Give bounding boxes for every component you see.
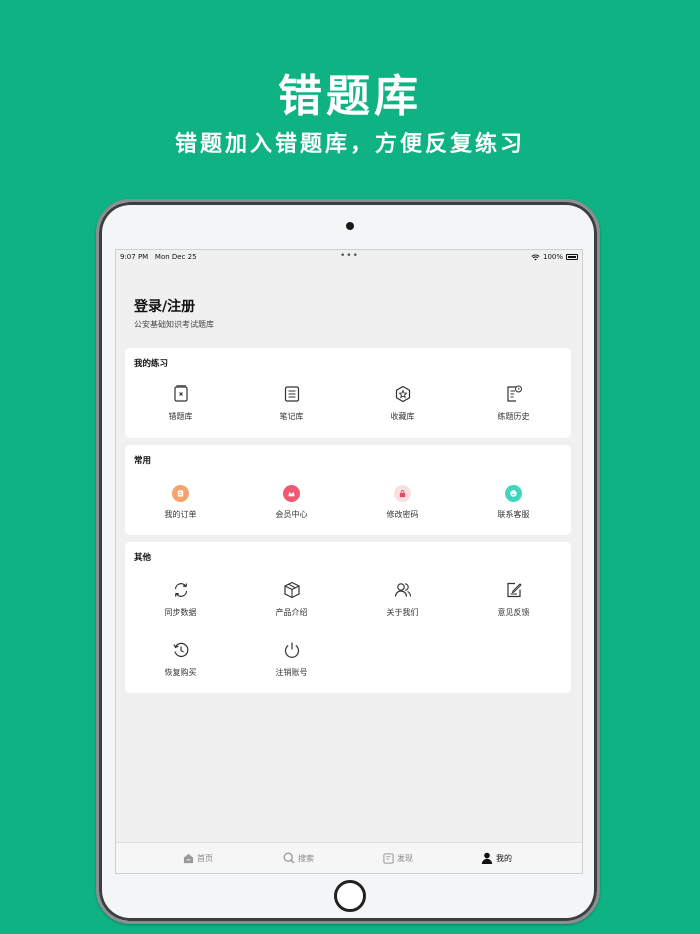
sync-data-item[interactable]: 同步数据 bbox=[125, 580, 236, 630]
change-password-item[interactable]: 修改密码 bbox=[347, 483, 458, 533]
tab-bar: 首页 搜索 发现 我的 bbox=[116, 842, 582, 873]
search-icon bbox=[283, 852, 295, 864]
item-label: 意见反馈 bbox=[497, 608, 530, 617]
feedback-icon bbox=[506, 582, 522, 598]
customer-service-item[interactable]: 联系客服 bbox=[458, 483, 569, 533]
item-label: 练题历史 bbox=[497, 412, 530, 421]
item-label: 我的订单 bbox=[164, 510, 197, 519]
item-label: 错题库 bbox=[168, 412, 193, 421]
practice-card: 我的练习 错题库 笔记库 收藏库 练题历史 bbox=[125, 348, 571, 438]
battery-icon bbox=[566, 254, 578, 260]
sync-icon bbox=[174, 583, 187, 597]
tab-profile[interactable]: 我的 bbox=[481, 851, 512, 865]
login-register-link[interactable]: 登录/注册 bbox=[134, 296, 195, 316]
other-card: 其他 同步数据 产品介绍 关于我们 意见反馈 恢复购买 注销账号 bbox=[125, 542, 571, 693]
tab-label: 搜索 bbox=[298, 853, 314, 863]
wifi-icon bbox=[531, 254, 540, 260]
restore-icon bbox=[172, 642, 188, 657]
favorite-icon bbox=[395, 385, 410, 403]
service-icon bbox=[505, 485, 522, 502]
item-label: 关于我们 bbox=[386, 608, 419, 617]
promo-subtitle: 错题加入错题库，方便反复练习 bbox=[174, 132, 525, 157]
box-icon bbox=[283, 581, 300, 599]
home-icon bbox=[183, 853, 194, 863]
tab-discover[interactable]: 发现 bbox=[383, 851, 413, 865]
multitask-dots-icon[interactable]: ••• bbox=[340, 251, 359, 261]
vip-icon bbox=[283, 485, 300, 502]
item-label: 恢复购买 bbox=[164, 668, 197, 677]
item-label: 收藏库 bbox=[390, 412, 415, 421]
promo-title: 错题库 bbox=[278, 71, 422, 122]
tab-search[interactable]: 搜索 bbox=[283, 851, 314, 865]
order-icon bbox=[172, 485, 189, 502]
tablet-frame: 9:07 PM Mon Dec 25 ••• 100% 登录/注册 公安基础知识… bbox=[96, 199, 600, 924]
tab-label: 我的 bbox=[496, 853, 512, 863]
tab-label: 发现 bbox=[397, 853, 413, 863]
tab-home[interactable]: 首页 bbox=[183, 851, 213, 865]
home-button[interactable] bbox=[334, 880, 366, 912]
item-label: 联系客服 bbox=[497, 510, 530, 519]
section-title: 其他 bbox=[134, 553, 152, 563]
tab-label: 首页 bbox=[197, 853, 213, 863]
discover-icon bbox=[383, 852, 394, 864]
notes-item[interactable]: 笔记库 bbox=[236, 384, 347, 434]
item-label: 笔记库 bbox=[279, 412, 304, 421]
status-date: Mon Dec 25 bbox=[154, 253, 197, 261]
item-label: 修改密码 bbox=[386, 510, 419, 519]
item-label: 同步数据 bbox=[164, 608, 197, 617]
wrong-book-icon bbox=[173, 385, 188, 402]
section-title: 常用 bbox=[134, 456, 152, 466]
users-icon bbox=[394, 583, 411, 597]
orders-item[interactable]: 我的订单 bbox=[125, 483, 236, 533]
wrong-book-item[interactable]: 错题库 bbox=[125, 384, 236, 434]
app-name: 公安基础知识考试题库 bbox=[134, 320, 214, 329]
history-icon bbox=[506, 385, 522, 402]
notes-icon bbox=[284, 386, 299, 402]
delete-account-item[interactable]: 注销账号 bbox=[236, 640, 347, 690]
profile-icon bbox=[481, 852, 493, 864]
about-us-item[interactable]: 关于我们 bbox=[347, 580, 458, 630]
item-label: 会员中心 bbox=[275, 510, 308, 519]
history-item[interactable]: 练题历史 bbox=[458, 384, 569, 434]
battery-percent: 100% bbox=[542, 253, 563, 261]
restore-purchase-item[interactable]: 恢复购买 bbox=[125, 640, 236, 690]
item-label: 注销账号 bbox=[275, 668, 308, 677]
favorites-item[interactable]: 收藏库 bbox=[347, 384, 458, 434]
camera bbox=[346, 222, 354, 230]
vip-center-item[interactable]: 会员中心 bbox=[236, 483, 347, 533]
status-bar: 9:07 PM Mon Dec 25 ••• 100% bbox=[116, 250, 582, 264]
app-screen: 9:07 PM Mon Dec 25 ••• 100% 登录/注册 公安基础知识… bbox=[115, 249, 583, 874]
item-label: 产品介绍 bbox=[275, 608, 308, 617]
common-card: 常用 我的订单 会员中心 修改密码 联系客服 bbox=[125, 445, 571, 535]
status-time: 9:07 PM bbox=[120, 253, 149, 261]
lock-icon bbox=[394, 485, 411, 502]
power-icon bbox=[284, 642, 299, 658]
section-title: 我的练习 bbox=[134, 359, 169, 369]
feedback-item[interactable]: 意见反馈 bbox=[458, 580, 569, 630]
product-intro-item[interactable]: 产品介绍 bbox=[236, 580, 347, 630]
